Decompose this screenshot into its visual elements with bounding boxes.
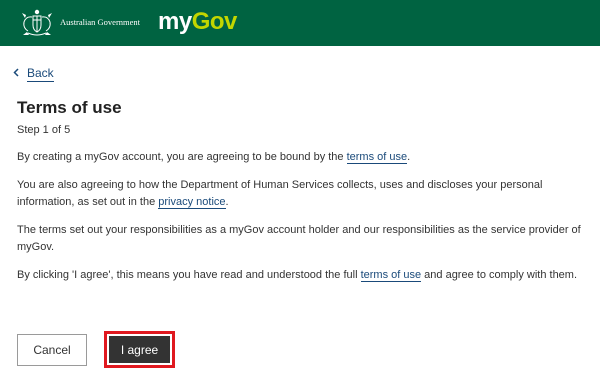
privacy-notice-link[interactable]: privacy notice (158, 196, 226, 209)
back-link[interactable]: Back (13, 66, 54, 82)
agree-highlight: I agree (104, 331, 175, 368)
mygov-logo: myGov (158, 8, 237, 36)
site-header: Australian Government myGov (0, 0, 600, 46)
terms-of-use-link[interactable]: terms of use (346, 151, 408, 164)
p1-text: By creating a myGov account, you are agr… (17, 151, 347, 163)
terms-of-use-link-2[interactable]: terms of use (360, 269, 422, 282)
cancel-button[interactable]: Cancel (17, 334, 87, 366)
chevron-left-icon (13, 68, 19, 77)
p1-end: . (407, 151, 411, 163)
page-title: Terms of use (17, 98, 122, 117)
logo-my-text: my (158, 8, 192, 35)
paragraph-privacy: You are also agreeing to how the Departm… (17, 177, 592, 211)
p2-text: You are also agreeing to how the Departm… (17, 179, 543, 208)
government-name: Australian Government (60, 17, 141, 27)
paragraph-responsibilities: The terms set out your responsibilities … (17, 224, 581, 253)
paragraph-clicking-agree: By clicking 'I agree', this means you ha… (17, 267, 592, 284)
p4-end: and agree to comply with them. (421, 269, 578, 281)
p4-text: By clicking 'I agree', this means you ha… (17, 269, 361, 281)
p2-end: . (225, 196, 229, 208)
back-label: Back (27, 66, 54, 82)
step-indicator: Step 1 of 5 (17, 124, 71, 136)
logo-gov-text: Gov (191, 8, 238, 35)
coat-of-arms-icon (22, 9, 52, 36)
i-agree-button[interactable]: I agree (109, 336, 170, 363)
paragraph-agreement: By creating a myGov account, you are agr… (17, 149, 592, 166)
